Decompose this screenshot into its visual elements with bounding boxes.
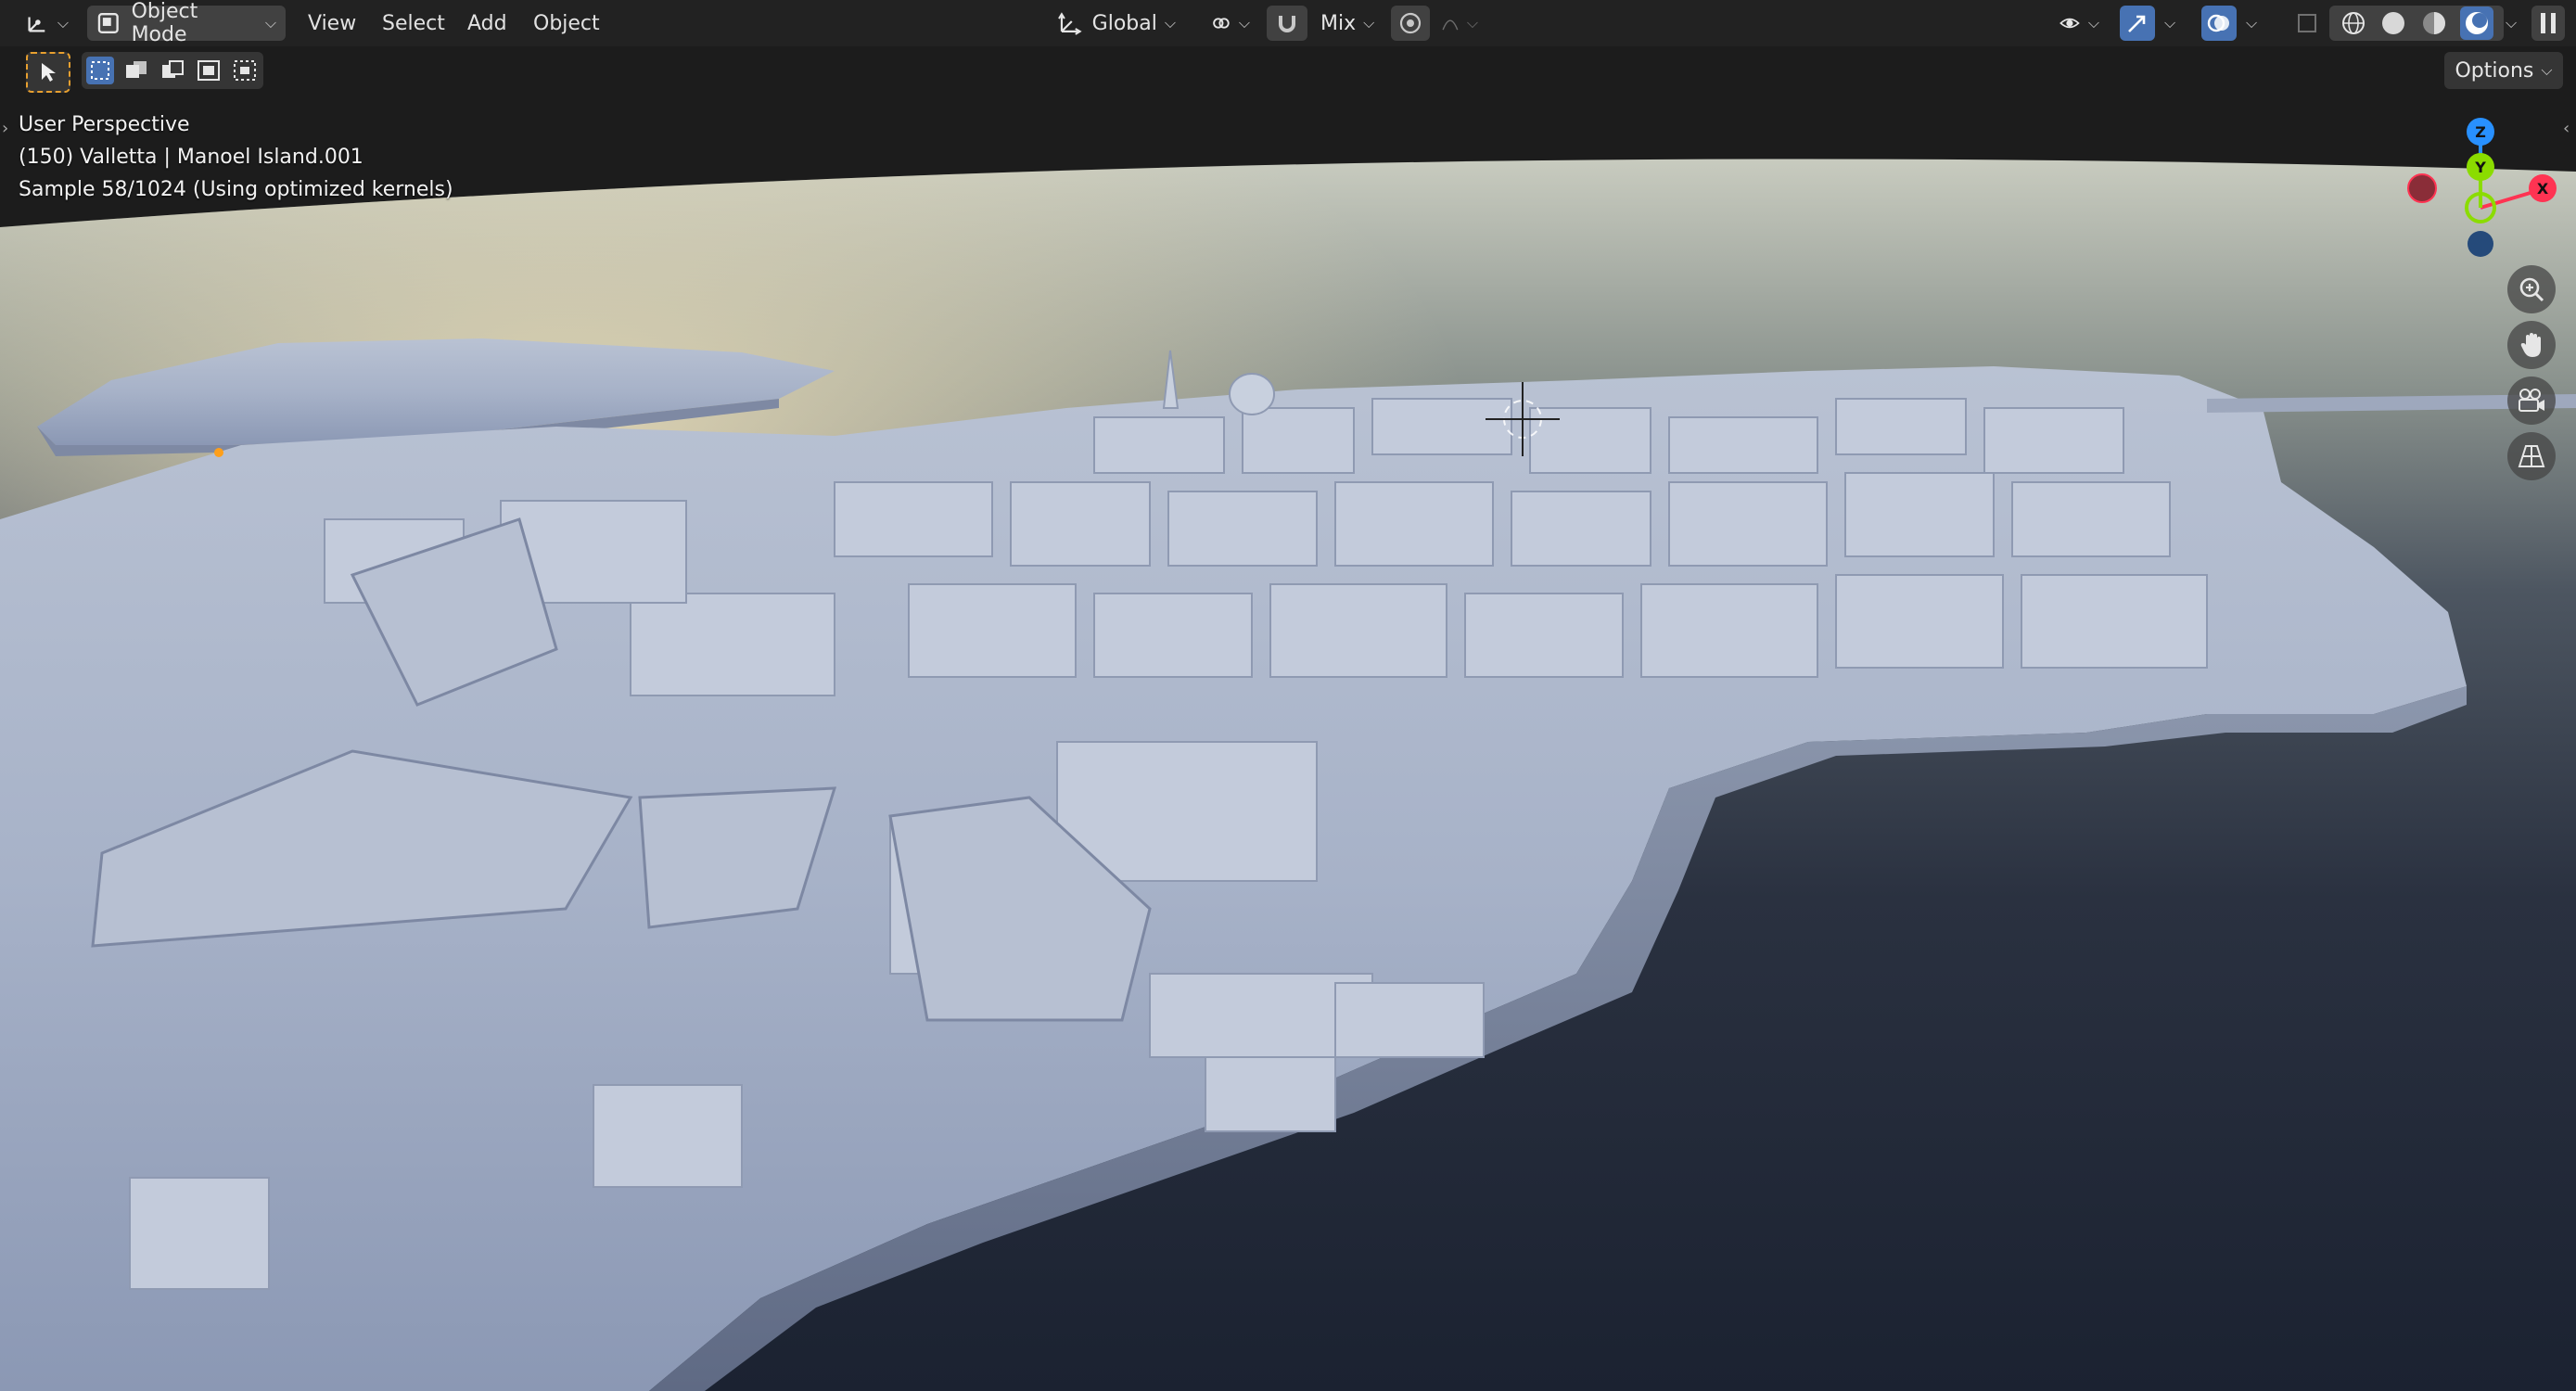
chevron-down-icon: ⌵: [2246, 14, 2258, 32]
neg-x-axis-handle: [2407, 173, 2437, 203]
chevron-down-icon: ⌵: [1363, 14, 1375, 32]
axes-editor-icon: [28, 17, 45, 32]
pivot-point-selector[interactable]: ⌵: [1202, 6, 1259, 41]
xray-icon: [2298, 14, 2316, 32]
gizmo-toggle[interactable]: [2120, 6, 2155, 41]
pan-button[interactable]: [2507, 321, 2556, 369]
orientation-axes-icon: [1058, 12, 1082, 35]
falloff-selector[interactable]: ⌵: [1432, 6, 1487, 41]
select-subtract-icon[interactable]: [159, 57, 186, 84]
hand-pan-icon: [2520, 333, 2541, 357]
xray-toggle[interactable]: [2290, 6, 2324, 41]
shading-mode-group: [2329, 6, 2504, 41]
rendered-scene: [0, 0, 2576, 1391]
camera-icon: [2519, 389, 2544, 412]
selection-mode-group: [82, 52, 263, 89]
menu-add[interactable]: Add: [467, 6, 507, 41]
object-origin-dot: [214, 448, 223, 457]
menu-view[interactable]: View: [308, 6, 356, 41]
mode-selector[interactable]: Object Mode ⌵: [87, 0, 286, 46]
3d-viewport[interactable]: ⌵ Object Mode ⌵ View Select Add Object G…: [0, 0, 2576, 1391]
camera-view-button[interactable]: [2507, 376, 2556, 425]
sidebar-collapse-arrow[interactable]: ‹: [2563, 119, 2570, 138]
material-preview-shading-icon[interactable]: [2420, 9, 2448, 37]
perspective-toggle-button[interactable]: [2507, 432, 2556, 480]
gizmo-dropdown[interactable]: ⌵: [2157, 6, 2185, 41]
rendered-shading-icon[interactable]: [2460, 6, 2494, 40]
pause-render-button[interactable]: [2531, 6, 2565, 41]
chevron-down-icon: ⌵: [264, 14, 276, 32]
select-invert-icon[interactable]: [195, 57, 223, 84]
transform-orientation-label: Global: [1091, 11, 1157, 35]
chevron-down-icon: ⌵: [2506, 14, 2518, 32]
options-dropdown[interactable]: Options ⌵: [2444, 52, 2563, 89]
chevron-down-icon: ⌵: [1238, 14, 1250, 32]
viewport-header: ⌵ Object Mode ⌵ View Select Add Object G…: [0, 0, 2576, 46]
proportional-circle-icon: [1399, 12, 1422, 34]
pause-icon: [2541, 13, 2556, 33]
x-axis-handle: X: [2529, 174, 2557, 202]
object-info-text: (150) Valletta | Manoel Island.001: [19, 146, 363, 169]
neg-z-axis-handle: [2468, 231, 2493, 257]
y-axis-handle: Y: [2467, 153, 2494, 181]
shading-dropdown[interactable]: ⌵: [2498, 6, 2526, 41]
select-intersect-icon[interactable]: [231, 57, 259, 84]
options-label: Options: [2455, 58, 2534, 83]
chevron-down-icon: ⌵: [2541, 61, 2553, 79]
select-box-tool[interactable]: [26, 52, 70, 93]
editor-type-selector[interactable]: ⌵: [19, 6, 74, 41]
mode-label: Object Mode: [131, 0, 198, 46]
snap-toggle[interactable]: [1267, 6, 1307, 41]
select-new-icon[interactable]: [85, 57, 114, 84]
overlays-dropdown[interactable]: ⌵: [2238, 6, 2266, 41]
menu-select[interactable]: Select: [382, 6, 445, 41]
magnet-icon: [1279, 16, 1295, 32]
svg-text:Y: Y: [2474, 159, 2486, 176]
object-mode-icon: [97, 12, 119, 34]
svg-text:Z: Z: [2475, 123, 2486, 141]
menu-object[interactable]: Object: [533, 6, 600, 41]
navigation-gizmo[interactable]: Z Y X: [2392, 111, 2569, 269]
zoom-icon: [2519, 277, 2544, 302]
gizmo-arrow-icon: [2128, 15, 2146, 32]
view-name-text: User Perspective: [19, 113, 190, 136]
render-status-text: Sample 58/1024 (Using optimized kernels): [19, 178, 453, 201]
wireframe-shading-icon[interactable]: [2340, 9, 2367, 37]
chevron-down-icon: ⌵: [1466, 14, 1478, 32]
select-extend-icon[interactable]: [122, 57, 150, 84]
chevron-down-icon: ⌵: [57, 14, 69, 32]
proportional-editing-toggle[interactable]: [1391, 6, 1430, 41]
svg-text:X: X: [2537, 180, 2549, 198]
overlays-circles-icon: [2207, 14, 2229, 32]
pivot-link-icon: [1213, 18, 1230, 29]
falloff-curve-icon: [1442, 19, 1459, 31]
chevron-down-icon: ⌵: [2087, 14, 2099, 32]
visibility-selector[interactable]: ⌵: [2049, 6, 2109, 41]
grid-perspective-icon: [2518, 445, 2545, 467]
snap-mode-label: Mix: [1320, 11, 1357, 35]
solid-shading-icon[interactable]: [2379, 9, 2407, 37]
zoom-button[interactable]: [2507, 265, 2556, 313]
overlays-toggle[interactable]: [2201, 6, 2237, 41]
toolbar-collapse-arrow[interactable]: ›: [2, 119, 8, 138]
transform-orientation-selector[interactable]: Global ⌵: [1048, 6, 1185, 41]
chevron-down-icon: ⌵: [2164, 14, 2176, 32]
z-axis-handle: Z: [2467, 118, 2494, 146]
chevron-down-icon: ⌵: [1164, 14, 1176, 32]
eye-icon: [2060, 18, 2080, 29]
cursor-arrow-icon: [42, 63, 56, 82]
